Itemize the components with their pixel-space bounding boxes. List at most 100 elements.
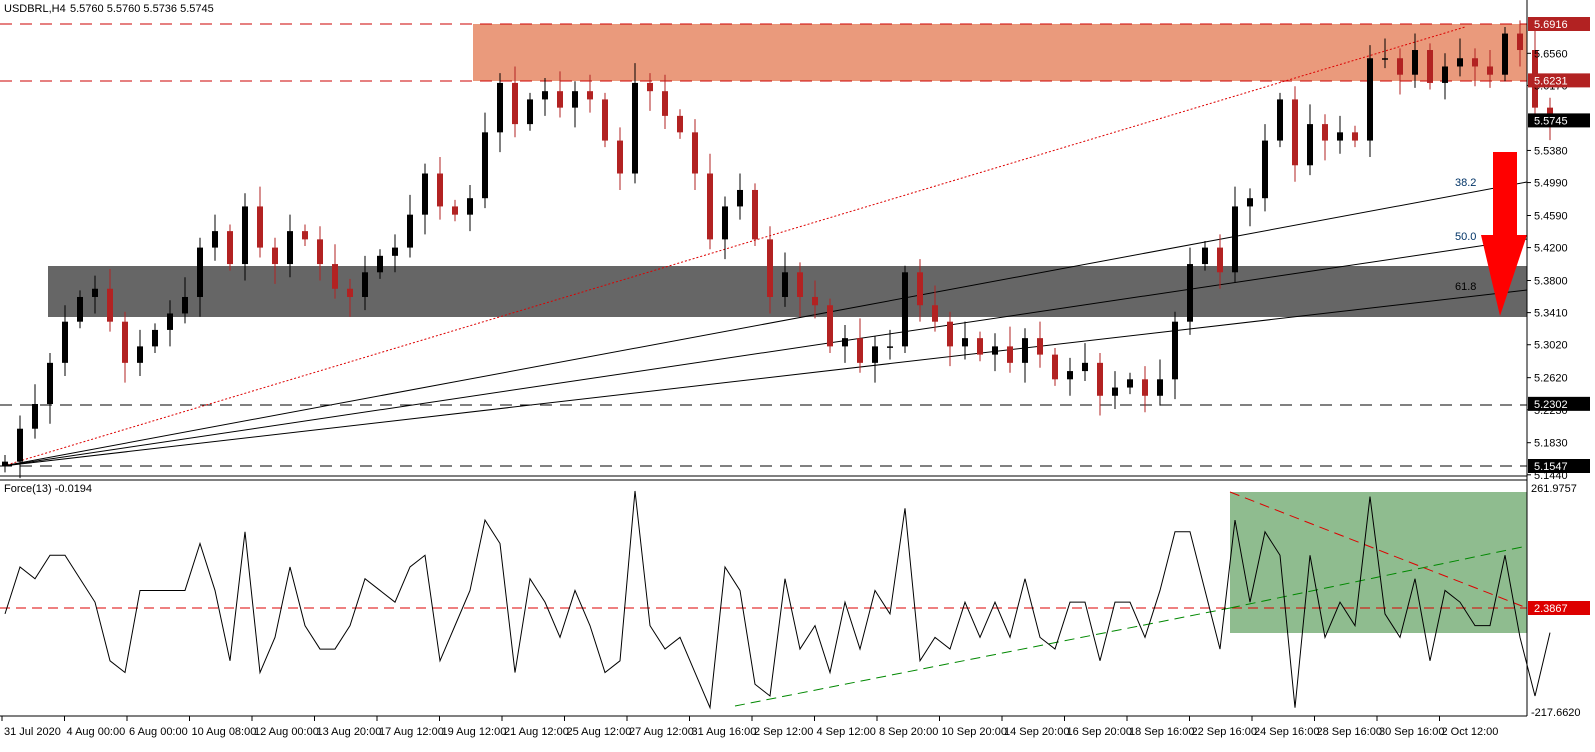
- candle-body: [1097, 362, 1103, 396]
- time-tick-label: 6 Aug 00:00: [129, 726, 188, 738]
- time-tick-label: 18 Sep 16:00: [1129, 726, 1194, 738]
- candle: [227, 224, 233, 271]
- candle: [467, 185, 473, 232]
- candle-body: [467, 198, 473, 215]
- candle: [32, 384, 38, 439]
- candle: [1277, 92, 1283, 148]
- candle: [692, 119, 698, 190]
- force-min-label: -217.6620: [1531, 707, 1581, 719]
- candle-body: [782, 272, 788, 297]
- time-tick-label: 10 Sep 20:00: [942, 726, 1007, 738]
- price-chart[interactable]: 38.2 50.0 61.8 Force(13) -0.0194 USDBRL,…: [0, 0, 1595, 752]
- candle: [302, 224, 308, 246]
- candle: [737, 173, 743, 220]
- candle-body: [917, 272, 923, 306]
- candle-body: [1007, 346, 1013, 363]
- candle-body: [377, 255, 383, 273]
- candle-body: [137, 346, 143, 363]
- fib-label-500: 50.0: [1455, 231, 1476, 243]
- candle-body: [1367, 58, 1373, 141]
- candle-body: [422, 173, 428, 215]
- force-level-label: 2.3867: [1534, 603, 1568, 615]
- candle-body: [902, 272, 908, 347]
- candle-body: [1067, 371, 1073, 380]
- price-tick-label: 5.3020: [1534, 340, 1568, 352]
- candle-body: [47, 362, 53, 405]
- candle-body: [827, 305, 833, 347]
- candle-body: [77, 296, 83, 322]
- candle-body: [197, 247, 203, 297]
- candle: [152, 323, 158, 353]
- candle-body: [962, 338, 968, 347]
- symbol-label: USDBRL,H4: [4, 3, 66, 15]
- time-tick-label: 28 Sep 16:00: [1317, 726, 1382, 738]
- candle: [1322, 114, 1328, 161]
- candle: [1367, 45, 1373, 158]
- candle-body: [1157, 379, 1163, 396]
- candle: [122, 311, 128, 383]
- candle-body: [392, 247, 398, 256]
- price-tick-label: 5.4990: [1534, 178, 1568, 190]
- candle-body: [842, 338, 848, 347]
- candle: [2, 455, 8, 473]
- candle-body: [212, 231, 218, 248]
- candle-body: [1082, 362, 1088, 372]
- force-max-label: 261.9757: [1531, 483, 1577, 495]
- candle-body: [1112, 387, 1118, 396]
- candle-body: [767, 239, 773, 297]
- price-tick-label: 5.3410: [1534, 308, 1568, 320]
- candle: [482, 112, 488, 209]
- candle-body: [1322, 124, 1328, 141]
- candle-body: [872, 346, 878, 363]
- candle-body: [272, 247, 278, 265]
- candle-body: [1187, 264, 1193, 322]
- candle: [827, 298, 833, 353]
- candle: [602, 92, 608, 148]
- candle: [1112, 371, 1118, 409]
- price-level-label: 5.2302: [1534, 399, 1568, 411]
- candle-body: [1172, 321, 1178, 380]
- candle-body: [887, 346, 893, 348]
- candle-body: [1202, 247, 1208, 265]
- candle: [1427, 43, 1433, 90]
- candle: [1067, 357, 1073, 396]
- price-level-label: 5.6231: [1534, 75, 1568, 87]
- time-tick-label: 16 Sep 20:00: [1067, 726, 1132, 738]
- candle-body: [977, 338, 983, 355]
- candle: [707, 153, 713, 250]
- candle-body: [1487, 66, 1493, 75]
- candle-body: [122, 321, 128, 363]
- candle-body: [812, 296, 818, 306]
- candle: [437, 157, 443, 220]
- candle: [872, 336, 878, 383]
- time-tick-label: 2 Oct 12:00: [1442, 726, 1499, 738]
- candle-body: [107, 288, 113, 322]
- candle-body: [1052, 354, 1058, 380]
- price-tick-label: 5.2620: [1534, 373, 1568, 385]
- candle: [947, 311, 953, 367]
- candle-body: [572, 91, 578, 108]
- candle: [1337, 115, 1343, 154]
- candle: [497, 73, 503, 153]
- time-tick-label: 21 Aug 12:00: [504, 726, 569, 738]
- candle-body: [1502, 33, 1508, 75]
- candle-body: [587, 91, 593, 100]
- candle-body: [752, 189, 758, 240]
- time-tick-label: 10 Aug 08:00: [192, 726, 257, 738]
- candle: [212, 214, 218, 261]
- candle: [1352, 125, 1358, 148]
- candle: [257, 186, 263, 258]
- time-tick-label: 12 Aug 00:00: [254, 726, 319, 738]
- force-label: Force(13) -0.0194: [4, 483, 92, 495]
- candle-body: [557, 91, 563, 108]
- candle-body: [362, 272, 368, 297]
- fib-label-382: 38.2: [1455, 177, 1476, 189]
- candle: [1232, 186, 1238, 283]
- candle-body: [17, 428, 23, 462]
- candle: [857, 318, 863, 373]
- fib-fan-382: [2, 181, 1528, 467]
- time-tick-label: 13 Aug 20:00: [317, 726, 382, 738]
- candle: [47, 352, 53, 424]
- candle: [1007, 326, 1013, 373]
- time-tick-label: 22 Sep 16:00: [1192, 726, 1257, 738]
